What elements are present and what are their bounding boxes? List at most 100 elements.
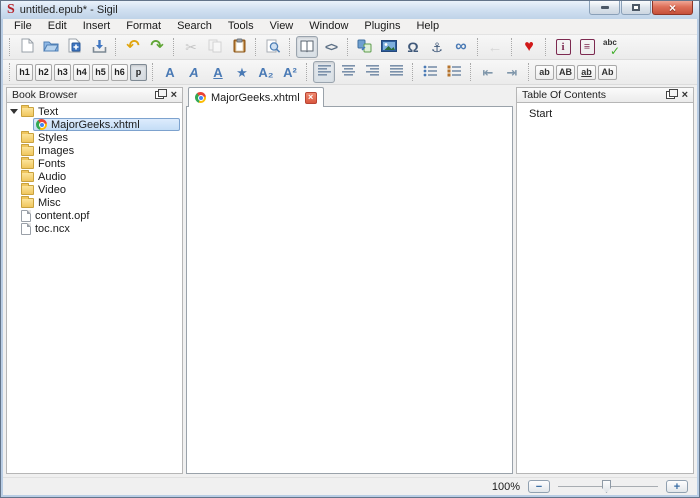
toc-item-start[interactable]: Start [517, 105, 693, 120]
code-view-button[interactable]: <> [320, 36, 342, 58]
underline-button[interactable]: A [207, 61, 229, 83]
titlebar[interactable]: S untitled.epub* - Sigil × [1, 1, 699, 19]
float-panel-icon[interactable] [666, 91, 675, 99]
expand-arrow-icon[interactable] [10, 109, 18, 114]
spellcheck-button[interactable]: abc✓ [600, 36, 622, 58]
metadata-editor-button[interactable]: i [552, 36, 574, 58]
tab-majorgeeks[interactable]: MajorGeeks.xhtml × [188, 87, 324, 107]
find-button[interactable] [262, 36, 284, 58]
menu-item-insert[interactable]: Insert [75, 19, 119, 34]
insert-image-button[interactable] [378, 36, 400, 58]
float-panel-icon[interactable] [155, 91, 164, 99]
tree-item-label: toc.ncx [35, 223, 70, 235]
menu-item-view[interactable]: View [262, 19, 302, 34]
folder-icon [21, 198, 34, 208]
redo-icon: ↷ [150, 39, 163, 55]
undo-button[interactable]: ↶ [122, 36, 144, 58]
save-button[interactable] [88, 36, 110, 58]
menu-item-format[interactable]: Format [118, 19, 169, 34]
menubar: File Edit Insert Format Search Tools Vie… [3, 19, 697, 35]
editor-canvas[interactable] [186, 106, 513, 474]
paragraph-button[interactable]: p [130, 64, 147, 81]
menu-item-window[interactable]: Window [301, 19, 356, 34]
tree-item-styles[interactable]: Styles [7, 131, 182, 144]
editor-pane: MajorGeeks.xhtml × [186, 87, 513, 474]
align-justify-button[interactable] [385, 61, 407, 83]
maximize-button[interactable] [621, 1, 651, 15]
cut-button[interactable]: ✂ [180, 36, 202, 58]
slider-thumb[interactable] [602, 480, 611, 493]
chain-link-icon: ∞ [455, 39, 466, 55]
heading-h2-button[interactable]: h2 [35, 64, 52, 81]
split-chapter-button[interactable] [354, 36, 376, 58]
book-icon [299, 39, 315, 56]
heading-h5-button[interactable]: h5 [92, 64, 109, 81]
numbered-list-button[interactable] [443, 61, 465, 83]
menu-item-file[interactable]: File [6, 19, 40, 34]
tree-item-toc-ncx[interactable]: toc.ncx [7, 222, 182, 235]
star-format-button[interactable]: ★ [231, 61, 253, 83]
link-button[interactable]: ∞ [450, 36, 472, 58]
menu-item-tools[interactable]: Tools [220, 19, 262, 34]
toolbar-separator [545, 38, 547, 56]
minimize-button[interactable] [589, 1, 620, 15]
tree-item-fonts[interactable]: Fonts [7, 157, 182, 170]
scissors-icon: ✂ [185, 40, 197, 54]
close-button[interactable]: × [652, 1, 693, 15]
toc-editor-button[interactable]: ≡ [576, 36, 598, 58]
add-existing-button[interactable] [64, 36, 86, 58]
align-center-button[interactable] [337, 61, 359, 83]
copy-button[interactable] [204, 36, 226, 58]
zoom-out-button[interactable]: − [528, 480, 550, 493]
special-character-button[interactable]: Ω [402, 36, 424, 58]
tree-item-majorgeeks[interactable]: MajorGeeks.xhtml [33, 118, 180, 131]
lowercase-button[interactable]: ab [535, 65, 554, 80]
paste-button[interactable] [228, 36, 250, 58]
align-left-button[interactable] [313, 61, 335, 83]
outdent-button[interactable]: ⇤ [477, 61, 499, 83]
anchor-button[interactable]: ⚓ [426, 36, 448, 58]
zoom-slider[interactable] [558, 479, 658, 494]
tab-close-button[interactable]: × [305, 92, 317, 104]
superscript-button[interactable]: A² [279, 61, 301, 83]
subscript-button[interactable]: A₂ [255, 61, 277, 83]
menu-item-edit[interactable]: Edit [40, 19, 75, 34]
align-right-icon [366, 65, 379, 79]
redo-button[interactable]: ↷ [146, 36, 168, 58]
close-panel-icon[interactable]: × [171, 90, 177, 101]
zoom-in-button[interactable]: + [666, 480, 688, 493]
tree-item-content-opf[interactable]: content.opf [7, 209, 182, 222]
tree-item-misc[interactable]: Misc [7, 196, 182, 209]
heart-icon: ♥ [524, 39, 534, 55]
folder-icon [21, 133, 34, 143]
titlecase-button[interactable]: ab [577, 65, 596, 80]
close-panel-icon[interactable]: × [682, 90, 688, 101]
bold-button[interactable]: A [159, 61, 181, 83]
menu-item-search[interactable]: Search [169, 19, 220, 34]
back-button[interactable]: ← [484, 36, 506, 58]
tree-item-images[interactable]: Images [7, 144, 182, 157]
bullet-list-button[interactable] [419, 61, 441, 83]
donate-button[interactable]: ♥ [518, 36, 540, 58]
book-view-button[interactable] [296, 36, 318, 58]
heading-h1-button[interactable]: h1 [16, 64, 33, 81]
heading-h4-button[interactable]: h4 [73, 64, 90, 81]
menu-item-plugins[interactable]: Plugins [356, 19, 408, 34]
indent-button[interactable]: ⇥ [501, 61, 523, 83]
new-button[interactable] [16, 36, 38, 58]
capitalize-button[interactable]: Ab [598, 65, 617, 80]
tab-bar: MajorGeeks.xhtml × [186, 87, 513, 107]
tree-item-text[interactable]: Text [7, 105, 182, 118]
uppercase-button[interactable]: AB [556, 65, 575, 80]
heading-h3-button[interactable]: h3 [54, 64, 71, 81]
italic-button[interactable]: A [183, 61, 205, 83]
book-browser-tree: Text MajorGeeks.xhtml Styles Images [6, 103, 183, 474]
tree-item-audio[interactable]: Audio [7, 170, 182, 183]
uppercase-label: AB [559, 67, 572, 77]
menu-item-help[interactable]: Help [408, 19, 447, 34]
bullet-list-icon [423, 65, 437, 80]
heading-h6-button[interactable]: h6 [111, 64, 128, 81]
open-button[interactable] [40, 36, 62, 58]
align-right-button[interactable] [361, 61, 383, 83]
tree-item-video[interactable]: Video [7, 183, 182, 196]
